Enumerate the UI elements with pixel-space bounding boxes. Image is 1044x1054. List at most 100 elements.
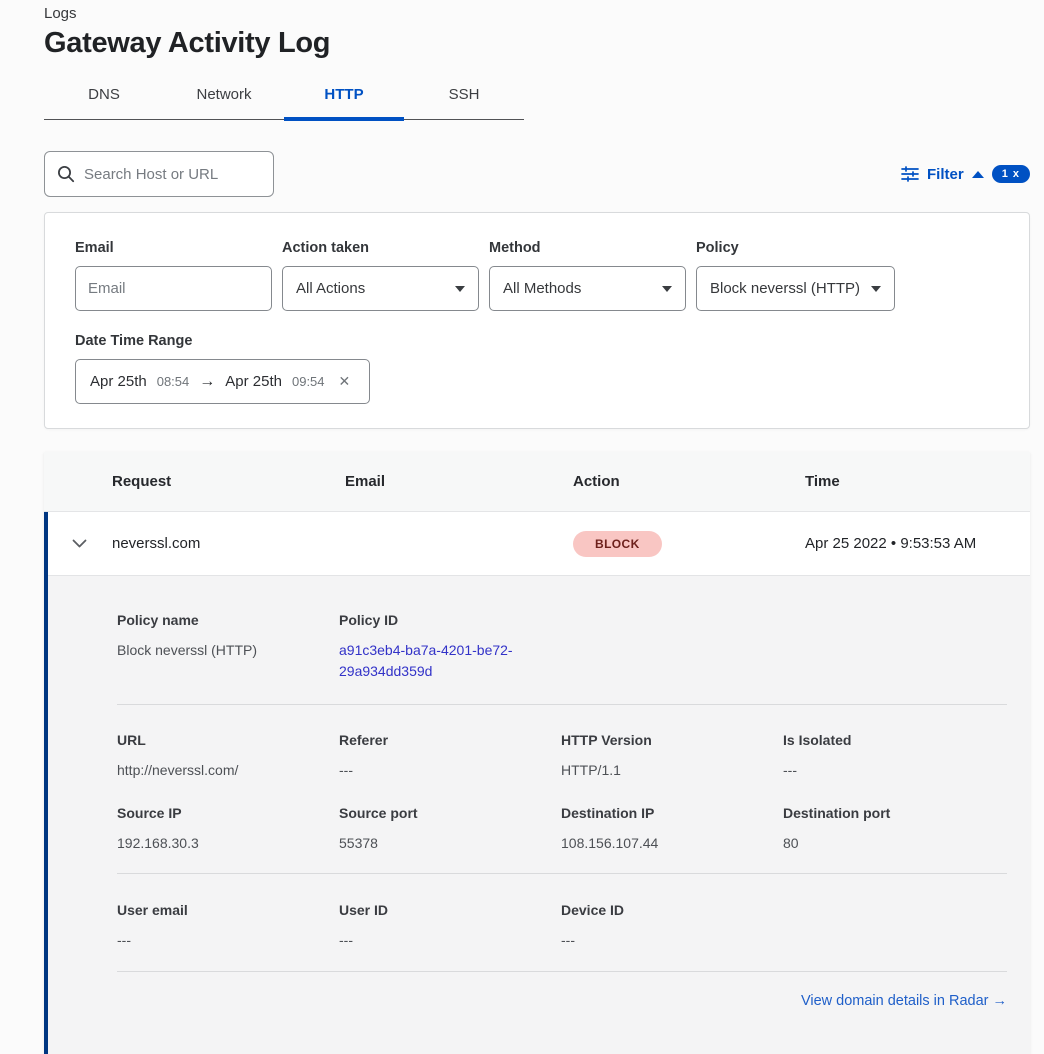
tab-http[interactable]: HTTP (284, 76, 404, 119)
destination-ip-value: 108.156.107.44 (561, 833, 783, 854)
end-date: Apr 25th (225, 373, 282, 390)
is-isolated-detail: Is Isolated --- (783, 732, 1007, 781)
policy-label: Policy (696, 240, 895, 256)
action-taken-label: Action taken (282, 240, 479, 256)
filter-panel: Email Action taken All Actions Method Al… (44, 212, 1030, 429)
destination-ip-detail: Destination IP 108.156.107.44 (561, 805, 783, 854)
tab-network[interactable]: Network (164, 76, 284, 119)
source-ip-detail: Source IP 192.168.30.3 (117, 805, 339, 854)
status-badge: BLOCK (573, 531, 662, 557)
action-taken-field: Action taken All Actions (282, 240, 479, 311)
action-taken-value: All Actions (296, 280, 365, 297)
http-version-value: HTTP/1.1 (561, 760, 783, 781)
row-request: neverssl.com (112, 535, 345, 552)
active-tab-indicator (284, 117, 404, 121)
expanded-log-entry: neverssl.com BLOCK Apr 25 2022 • 9:53:53… (44, 512, 1030, 1054)
policy-name-detail-label: Policy name (117, 612, 339, 628)
clear-date-range-icon[interactable]: ✕ (339, 373, 351, 390)
url-value: http://neverssl.com/ (117, 760, 339, 781)
source-port-value: 55378 (339, 833, 561, 854)
column-header-email: Email (345, 473, 573, 490)
policy-id-detail: Policy ID a91c3eb4-ba7a-4201-be72-29a934… (339, 612, 561, 682)
action-taken-select[interactable]: All Actions (282, 266, 479, 311)
search-icon (57, 165, 75, 183)
start-time: 08:54 (157, 374, 190, 389)
source-port-label: Source port (339, 805, 561, 821)
search-box[interactable] (44, 151, 274, 197)
user-id-detail: User ID --- (339, 902, 561, 951)
source-port-detail: Source port 55378 (339, 805, 561, 854)
source-ip-value: 192.168.30.3 (117, 833, 339, 854)
page-title: Gateway Activity Log (44, 27, 1030, 60)
row-action: BLOCK (573, 531, 805, 557)
filter-toggle[interactable]: Filter 1 x (901, 165, 1030, 183)
tab-dns[interactable]: DNS (44, 76, 164, 119)
table-row[interactable]: neverssl.com BLOCK Apr 25 2022 • 9:53:53… (48, 512, 1030, 575)
device-id-label: Device ID (561, 902, 783, 918)
referer-value: --- (339, 760, 561, 781)
destination-port-label: Destination port (783, 805, 1007, 821)
chevron-down-icon (455, 286, 465, 292)
policy-name-detail-value: Block neverssl (HTTP) (117, 640, 339, 661)
breadcrumb[interactable]: Logs (44, 0, 1030, 22)
http-version-detail: HTTP Version HTTP/1.1 (561, 732, 783, 781)
user-id-label: User ID (339, 902, 561, 918)
divider (117, 971, 1007, 972)
source-ip-label: Source IP (117, 805, 339, 821)
device-id-value: --- (561, 930, 783, 951)
search-input[interactable] (84, 166, 261, 183)
search-filter-row: Filter 1 x (44, 151, 1030, 197)
collapse-chevron-icon[interactable] (48, 539, 112, 548)
divider (117, 704, 1007, 705)
date-range-picker[interactable]: Apr 25th 08:54 → Apr 25th 09:54 ✕ (75, 359, 370, 404)
policy-id-link[interactable]: a91c3eb4-ba7a-4201-be72-29a934dd359d (339, 640, 531, 682)
column-header-time: Time (805, 473, 1030, 490)
is-isolated-value: --- (783, 760, 1007, 781)
device-id-detail: Device ID --- (561, 902, 783, 951)
method-select[interactable]: All Methods (489, 266, 686, 311)
policy-field: Policy Block neverssl (HTTP) (696, 240, 895, 311)
referer-label: Referer (339, 732, 561, 748)
email-filter-input[interactable] (75, 266, 272, 311)
table-header: Request Email Action Time (44, 452, 1030, 512)
chevron-down-icon (871, 286, 881, 292)
tab-bar: DNS Network HTTP SSH (44, 76, 524, 120)
log-table: Request Email Action Time neverssl.com B… (44, 452, 1030, 1054)
user-id-value: --- (339, 930, 561, 951)
email-filter-label: Email (75, 240, 272, 256)
url-detail: URL http://neverssl.com/ (117, 732, 339, 781)
destination-port-value: 80 (783, 833, 1007, 854)
user-email-detail: User email --- (117, 902, 339, 951)
filter-icon (901, 166, 919, 182)
email-filter-field: Email (75, 240, 272, 311)
http-version-label: HTTP Version (561, 732, 783, 748)
start-date: Apr 25th (90, 373, 147, 390)
method-label: Method (489, 240, 686, 256)
policy-name-detail: Policy name Block neverssl (HTTP) (117, 612, 339, 682)
chevron-down-icon (662, 286, 672, 292)
tab-ssh[interactable]: SSH (404, 76, 524, 119)
policy-select[interactable]: Block neverssl (HTTP) (696, 266, 895, 311)
caret-up-icon (972, 171, 984, 178)
destination-ip-label: Destination IP (561, 805, 783, 821)
main-content: Logs Gateway Activity Log DNS Network HT… (44, 0, 1030, 1054)
divider (117, 873, 1007, 874)
radar-details-link[interactable]: View domain details in Radar → (801, 993, 1007, 1009)
filter-label: Filter (927, 166, 964, 183)
method-value: All Methods (503, 280, 581, 297)
policy-value: Block neverssl (HTTP) (710, 280, 860, 297)
user-email-value: --- (117, 930, 339, 951)
date-range-label: Date Time Range (75, 333, 1029, 349)
policy-id-detail-label: Policy ID (339, 612, 561, 628)
column-header-action: Action (573, 473, 805, 490)
is-isolated-label: Is Isolated (783, 732, 1007, 748)
range-arrow-icon: → (199, 373, 215, 391)
referer-detail: Referer --- (339, 732, 561, 781)
row-time: Apr 25 2022 • 9:53:53 AM (805, 535, 1030, 552)
column-header-request: Request (112, 473, 345, 490)
end-time: 09:54 (292, 374, 325, 389)
method-field: Method All Methods (489, 240, 686, 311)
destination-port-detail: Destination port 80 (783, 805, 1007, 854)
user-email-label: User email (117, 902, 339, 918)
filter-count-badge[interactable]: 1 x (992, 165, 1030, 183)
